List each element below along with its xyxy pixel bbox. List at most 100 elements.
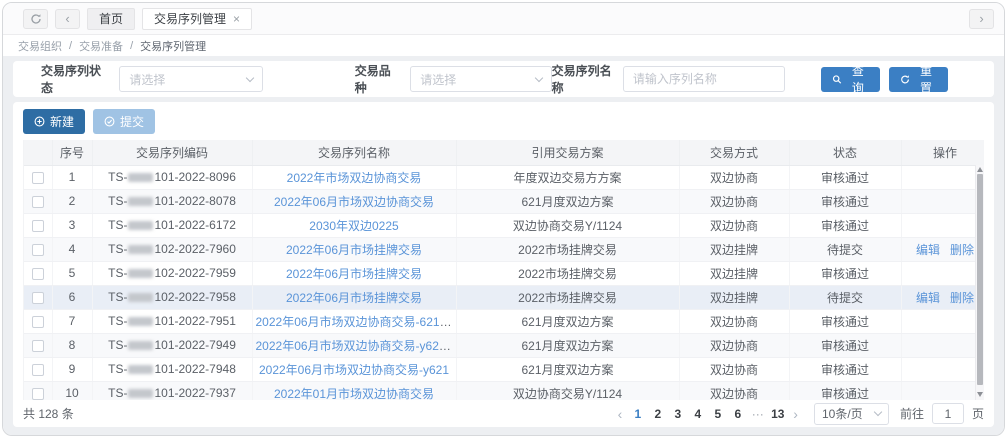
submit-icon	[104, 116, 115, 127]
row-checkbox[interactable]	[32, 244, 44, 256]
variety-select[interactable]: 请选择	[410, 66, 551, 92]
code-suffix: 101-2022-8096	[154, 170, 235, 184]
breadcrumb-separator: /	[69, 40, 72, 52]
tab-scroll-left-button[interactable]: ‹	[55, 9, 80, 29]
refresh-icon	[30, 13, 42, 25]
row-plan: 双边协商交易Y/1124	[456, 213, 679, 237]
sequence-name-link[interactable]: 2030年双边0225	[309, 219, 398, 233]
next-page-icon[interactable]: ›	[789, 407, 802, 421]
code-prefix: TS-	[108, 170, 127, 184]
tab-transaction-sequence[interactable]: 交易序列管理 ×	[142, 8, 252, 30]
tab-label: 交易序列管理	[154, 10, 226, 27]
header-index: 序号	[52, 140, 92, 165]
breadcrumb-separator: /	[130, 40, 133, 52]
sequence-table: 序号 交易序列编码 交易序列名称 引用交易方案 交易方式 状态 操作 1 TS-…	[24, 140, 984, 400]
redacted-code-segment	[128, 317, 153, 326]
row-actions: 编辑删除	[901, 285, 984, 309]
page-content: 交易序列状态 请选择 交易品种 请选择 交易序列名称	[3, 56, 1004, 435]
row-checkbox[interactable]	[32, 268, 44, 280]
row-checkbox[interactable]	[32, 340, 44, 352]
search-button[interactable]: 查询	[821, 67, 880, 92]
breadcrumb-item[interactable]: 交易组织	[18, 38, 62, 54]
row-checkbox[interactable]	[32, 316, 44, 328]
redacted-code-segment	[128, 293, 153, 302]
delete-link[interactable]: 删除	[950, 243, 974, 257]
scroll-up-icon[interactable]	[977, 167, 983, 172]
sequence-name-link[interactable]: 2022年市场双边协商交易	[287, 171, 422, 185]
scrollbar-thumb[interactable]	[977, 174, 983, 385]
row-code: TS-101-2022-6172	[92, 213, 252, 237]
variety-select-placeholder: 请选择	[420, 71, 456, 88]
tab-scroll-right-button[interactable]: ›	[969, 9, 994, 29]
sequence-name-link[interactable]: 2022年06月市场挂牌交易	[286, 243, 422, 257]
row-status: 审核通过	[789, 333, 901, 357]
code-suffix: 101-2022-7951	[154, 314, 235, 328]
row-plan: 621月度双边方案	[456, 189, 679, 213]
goto-page-input[interactable]	[932, 403, 964, 424]
sequence-name-link[interactable]: 2022年06月市场挂牌交易	[286, 267, 422, 281]
refresh-tabs-button[interactable]	[23, 9, 48, 29]
submit-button[interactable]: 提交	[93, 109, 155, 134]
row-plan: 2022市场挂牌交易	[456, 237, 679, 261]
table-footer: 共 128 条 ‹ 123456···13 › 10条/页 前往 页	[23, 403, 984, 424]
table-row: 5 TS-102-2022-7959 2022年06月市场挂牌交易 2022市场…	[24, 261, 984, 285]
header-plan: 引用交易方案	[456, 140, 679, 165]
row-checkbox[interactable]	[32, 292, 44, 304]
close-tab-icon[interactable]: ×	[233, 13, 240, 25]
redacted-code-segment	[128, 341, 153, 350]
page-number-2[interactable]: 2	[649, 407, 666, 421]
status-select-placeholder: 请选择	[129, 71, 165, 88]
row-actions	[901, 261, 984, 285]
table-card: 新建 提交 序号 交易序列	[13, 102, 994, 427]
row-checkbox-cell	[24, 381, 52, 400]
row-checkbox[interactable]	[32, 196, 44, 208]
row-status: 审核通过	[789, 189, 901, 213]
page-number-4[interactable]: 4	[689, 407, 706, 421]
status-select[interactable]: 请选择	[119, 66, 262, 92]
table-row: 7 TS-101-2022-7951 2022年06月市场双边协商交易-621不…	[24, 309, 984, 333]
sequence-name-input[interactable]	[623, 66, 785, 92]
sequence-name-link[interactable]: 2022年06月市场双边协商交易-621不分时	[256, 315, 457, 329]
page-number-5[interactable]: 5	[709, 407, 726, 421]
row-plan: 年度双边交易方方案	[456, 165, 679, 189]
filter-name-group: 交易序列名称	[552, 62, 785, 96]
page-number-6[interactable]: 6	[729, 407, 746, 421]
row-checkbox[interactable]	[32, 388, 44, 400]
breadcrumb-item[interactable]: 交易准备	[79, 38, 123, 54]
prev-page-icon[interactable]: ‹	[614, 407, 627, 421]
sequence-name-link[interactable]: 2022年01月市场双边协商交易	[274, 387, 434, 401]
vertical-scrollbar[interactable]	[975, 165, 984, 400]
sequence-name-link[interactable]: 2022年06月市场挂牌交易	[286, 291, 422, 305]
header-checkbox-cell	[24, 140, 52, 165]
delete-link[interactable]: 删除	[950, 291, 974, 305]
tab-home[interactable]: 首页	[87, 8, 135, 30]
code-prefix: TS-	[108, 194, 127, 208]
sequence-name-link[interactable]: 2022年06月市场双边协商交易	[274, 195, 434, 209]
new-button[interactable]: 新建	[23, 109, 85, 134]
reset-button[interactable]: 重置	[889, 67, 948, 92]
edit-link[interactable]: 编辑	[916, 243, 940, 257]
code-prefix: TS-	[108, 362, 127, 376]
row-checkbox[interactable]	[32, 172, 44, 184]
sequence-name-link[interactable]: 2022年06月市场双边协商交易-y621	[259, 363, 449, 377]
table-row: 4 TS-102-2022-7960 2022年06月市场挂牌交易 2022市场…	[24, 237, 984, 261]
page-number-13[interactable]: 13	[769, 407, 786, 421]
row-code: TS-101-2022-7937	[92, 381, 252, 400]
row-checkbox[interactable]	[32, 364, 44, 376]
page-number-3[interactable]: 3	[669, 407, 686, 421]
page-number-1[interactable]: 1	[629, 407, 646, 421]
row-method: 双边协商	[679, 213, 789, 237]
row-index: 6	[52, 285, 92, 309]
redacted-code-segment	[128, 245, 153, 254]
row-index: 8	[52, 333, 92, 357]
page-numbers: 123456···13	[629, 407, 786, 421]
page-size-select[interactable]: 10条/页	[814, 403, 889, 425]
edit-link[interactable]: 编辑	[916, 291, 940, 305]
sequence-name-link[interactable]: 2022年06月市场双边协商交易-y621分月	[256, 339, 457, 353]
row-checkbox[interactable]	[32, 220, 44, 232]
row-name-cell: 2022年06月市场双边协商交易	[252, 189, 456, 213]
scroll-down-icon[interactable]	[977, 392, 983, 397]
page-ellipsis[interactable]: ···	[749, 407, 766, 421]
page-size-value: 10条/页	[822, 405, 863, 422]
table-row: 3 TS-101-2022-6172 2030年双边0225 双边协商交易Y/1…	[24, 213, 984, 237]
